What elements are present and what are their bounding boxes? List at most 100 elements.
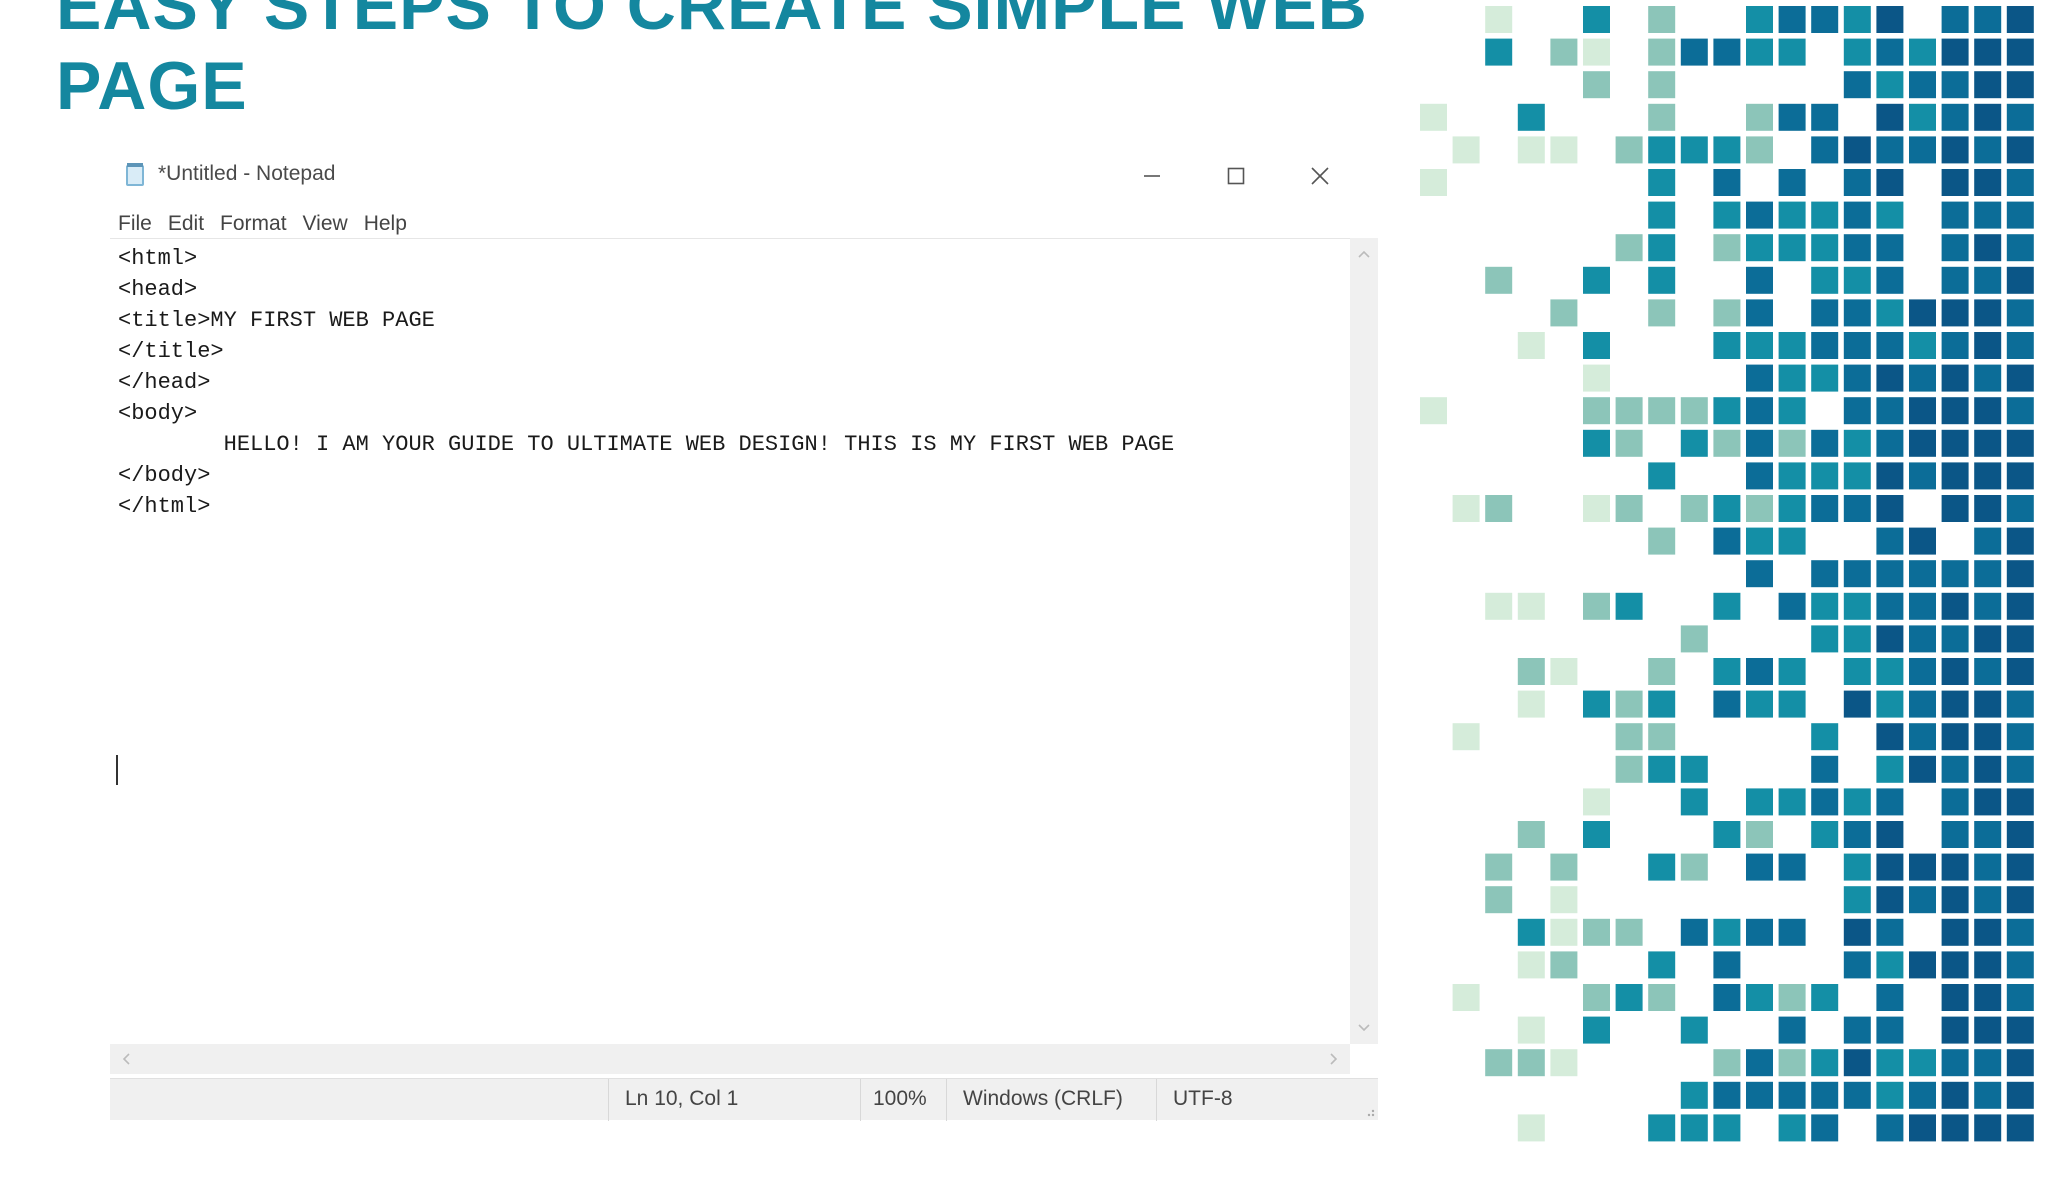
status-encoding: UTF-8 [1156, 1079, 1356, 1121]
mosaic-tile [1746, 658, 1773, 685]
mosaic-tile [1680, 397, 1708, 425]
mosaic-tile [1485, 886, 1513, 914]
menu-help[interactable]: Help [356, 208, 415, 240]
mosaic-tile [1876, 234, 1904, 262]
horizontal-scrollbar[interactable] [110, 1044, 1350, 1074]
mosaic-tile [1583, 788, 1610, 816]
mosaic-tile [1746, 788, 1773, 816]
mosaic-tile [1974, 984, 2002, 1011]
mosaic-pattern [1420, 6, 2034, 1142]
mosaic-tile [1974, 560, 2002, 588]
title-bar[interactable]: *Untitled - Notepad [110, 152, 1378, 200]
mosaic-tile [1583, 690, 1610, 718]
mosaic-tile [1843, 169, 1871, 196]
mosaic-tile [2006, 234, 2034, 262]
mosaic-tile [1583, 71, 1610, 99]
menu-format[interactable]: Format [212, 208, 295, 240]
close-button[interactable] [1278, 152, 1362, 200]
notepad-icon [124, 162, 148, 188]
mosaic-tile [1648, 299, 1676, 327]
mosaic-tile [1974, 821, 2002, 848]
mosaic-tile [1648, 201, 1676, 229]
mosaic-tile [1941, 1049, 1969, 1077]
mosaic-tile [1517, 332, 1545, 359]
scroll-left-icon[interactable] [116, 1048, 136, 1070]
scroll-right-icon[interactable] [1324, 1048, 1344, 1070]
mosaic-tile [1485, 853, 1513, 881]
mosaic-tile [1876, 821, 1904, 848]
mosaic-tile [1746, 299, 1773, 327]
mosaic-tile [1876, 103, 1904, 131]
text-caret [116, 755, 118, 785]
mosaic-tile [1909, 527, 1936, 555]
mosaic-tile [1974, 1081, 2002, 1109]
mosaic-tile [1648, 690, 1676, 718]
notepad-window: *Untitled - Notepad File Edit Format Vie… [110, 152, 1378, 1121]
mosaic-tile [1876, 201, 1904, 229]
mosaic-tile [1778, 1081, 1806, 1109]
mosaic-tile [1680, 918, 1708, 946]
mosaic-tile [1909, 38, 1936, 66]
mosaic-tile [1648, 853, 1676, 881]
menu-edit[interactable]: Edit [160, 208, 212, 240]
mosaic-tile [1876, 429, 1904, 457]
mosaic-tile [1974, 364, 2002, 392]
mosaic-tile [1974, 625, 2002, 653]
mosaic-tile [1713, 397, 1741, 425]
mosaic-tile [1746, 429, 1773, 457]
mosaic-tile [1941, 853, 1969, 881]
maximize-button[interactable] [1194, 152, 1278, 200]
mosaic-tile [2006, 527, 2034, 555]
mosaic-tile [1615, 723, 1643, 751]
editor-content[interactable]: <html> <head> <title>MY FIRST WEB PAGE <… [118, 243, 1174, 522]
scroll-down-icon[interactable] [1350, 1018, 1378, 1038]
mosaic-tile [1974, 918, 2002, 946]
resize-grip-icon[interactable] [1362, 1104, 1376, 1118]
mosaic-tile [2006, 462, 2034, 490]
mosaic-tile [1974, 136, 2002, 164]
mosaic-tile [1746, 6, 1773, 33]
mosaic-tile [1909, 1081, 1936, 1109]
mosaic-tile [1843, 71, 1871, 99]
mosaic-tile [1974, 299, 2002, 327]
mosaic-tile [1648, 397, 1676, 425]
mosaic-tile [1843, 625, 1871, 653]
mosaic-tile [1909, 1114, 1936, 1142]
minimize-button[interactable] [1110, 152, 1194, 200]
menu-file[interactable]: File [110, 208, 160, 240]
mosaic-tile [1648, 984, 1676, 1011]
mosaic-tile [1680, 788, 1708, 816]
mosaic-tile [1876, 332, 1904, 359]
mosaic-tile [1876, 984, 1904, 1011]
mosaic-tile [1843, 1016, 1871, 1044]
mosaic-tile [1452, 723, 1480, 751]
mosaic-tile [2006, 788, 2034, 816]
mosaic-tile [1746, 234, 1773, 262]
maximize-icon [1227, 167, 1245, 185]
mosaic-tile [2006, 821, 2034, 848]
mosaic-tile [1909, 690, 1936, 718]
mosaic-tile [1615, 136, 1643, 164]
mosaic-tile [1778, 495, 1806, 522]
mosaic-tile [1974, 6, 2002, 33]
mosaic-tile [1746, 332, 1773, 359]
mosaic-tile [1941, 103, 1969, 131]
mosaic-tile [1876, 397, 1904, 425]
mosaic-tile [1680, 853, 1708, 881]
mosaic-tile [1713, 429, 1741, 457]
mosaic-tile [1974, 397, 2002, 425]
mosaic-tile [1778, 103, 1806, 131]
mosaic-tile [1778, 1049, 1806, 1077]
mosaic-tile [1843, 1081, 1871, 1109]
mosaic-tile [1485, 266, 1513, 294]
vertical-scrollbar[interactable] [1350, 238, 1378, 1044]
scroll-up-icon[interactable] [1350, 244, 1378, 264]
mosaic-tile [1517, 918, 1545, 946]
mosaic-tile [1713, 136, 1741, 164]
menu-view[interactable]: View [295, 208, 356, 240]
mosaic-tile [1517, 103, 1545, 131]
mosaic-tile [1876, 136, 1904, 164]
mosaic-tile [1778, 234, 1806, 262]
mosaic-tile [2006, 592, 2034, 620]
mosaic-tile [1713, 169, 1741, 196]
